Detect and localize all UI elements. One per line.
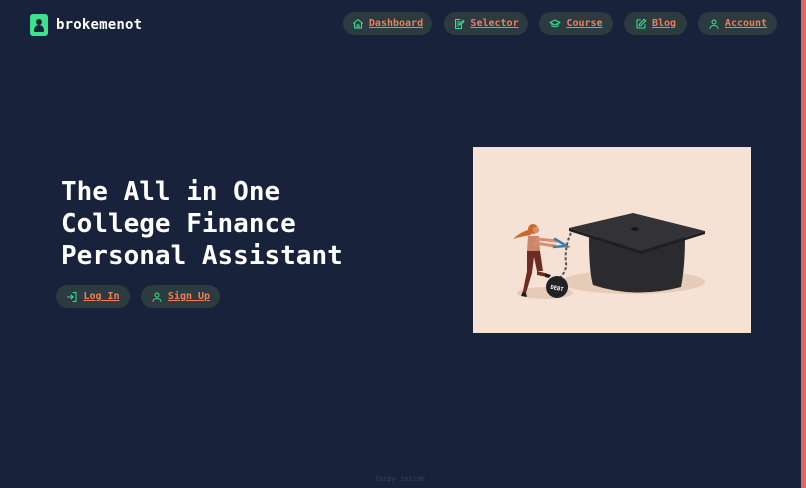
nav-account[interactable]: Account — [698, 12, 777, 35]
signup-button[interactable]: Sign Up — [141, 285, 220, 308]
login-label: Log In — [83, 291, 120, 302]
pencil-square-icon — [636, 18, 647, 28]
graduation-cap-icon — [549, 19, 561, 27]
hero-illustration: DEBT — [473, 147, 751, 333]
home-icon — [352, 18, 363, 28]
right-edge-accent — [801, 0, 806, 488]
login-icon — [67, 291, 77, 302]
debt-graduation-illustration: DEBT — [513, 213, 705, 299]
signup-label: Sign Up — [167, 291, 211, 302]
nav-course-label: Course — [566, 18, 603, 29]
user-icon — [152, 292, 162, 302]
footer-note: Taipy inside — [374, 475, 426, 483]
nav-selector-label: Selector — [470, 18, 519, 29]
hero-title: The All in One College Finance Personal … — [61, 176, 391, 272]
login-button[interactable]: Log In — [56, 285, 130, 308]
top-nav: Dashboard Selector Course Blog Account — [0, 12, 806, 35]
nav-selector[interactable]: Selector — [444, 12, 528, 35]
hero-title-line: Personal Assistant — [61, 241, 343, 271]
edit-list-icon — [455, 18, 465, 29]
nav-course[interactable]: Course — [539, 12, 613, 35]
nav-blog[interactable]: Blog — [624, 12, 687, 35]
nav-blog-label: Blog — [651, 18, 677, 29]
nav-account-label: Account — [724, 18, 768, 29]
nav-dashboard[interactable]: Dashboard — [343, 12, 432, 35]
nav-dashboard-label: Dashboard — [368, 18, 424, 29]
hero-title-line: The All in One — [61, 177, 281, 207]
user-icon — [709, 19, 719, 29]
hero-title-line: College Finance — [61, 209, 296, 239]
